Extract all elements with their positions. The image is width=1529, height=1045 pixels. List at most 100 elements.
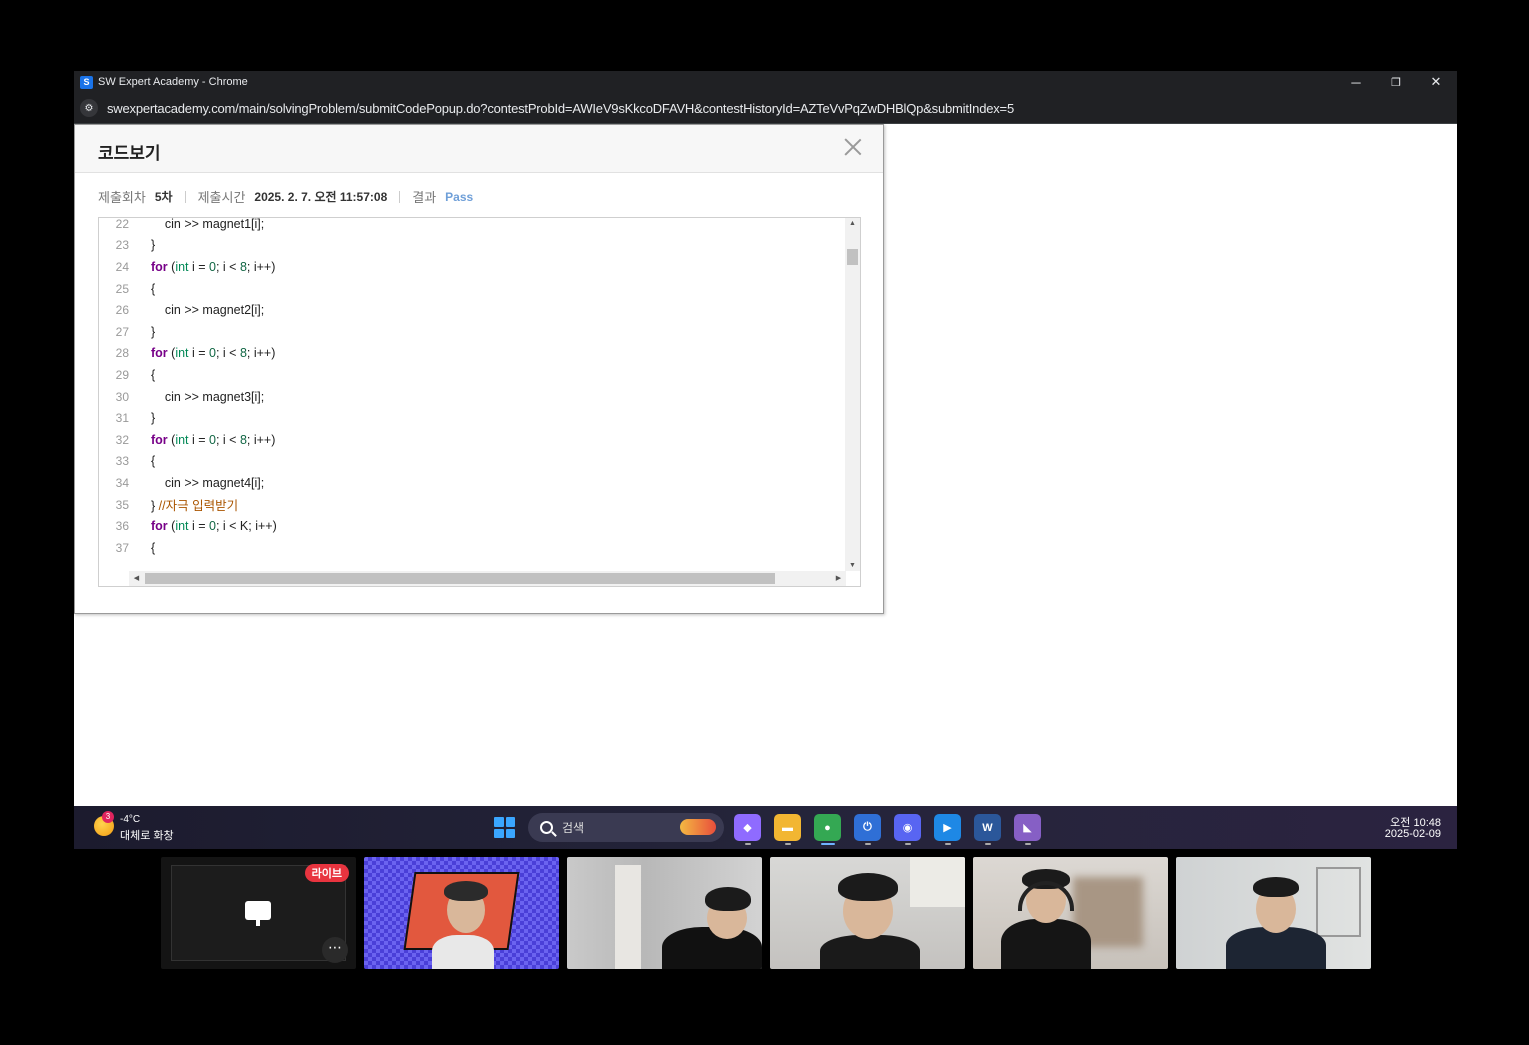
word-icon[interactable]: W bbox=[974, 814, 1001, 841]
code-editor[interactable]: 22 cin >> magnet1[i]; 23} 24 for (int i = 0… bbox=[98, 217, 861, 587]
start-button[interactable] bbox=[494, 817, 515, 838]
url-text[interactable]: swexpertacademy.com/main/solvingProblem/… bbox=[107, 101, 1014, 116]
scroll-left-icon[interactable]: ◀ bbox=[129, 574, 144, 582]
line-number: 27 bbox=[115, 324, 129, 339]
discord-icon[interactable]: ◉ bbox=[894, 814, 921, 841]
search-highlight-icon bbox=[680, 819, 716, 835]
code-text: { bbox=[151, 281, 156, 296]
line-number: 28 bbox=[115, 346, 129, 361]
zoom-icon[interactable]: ▶ bbox=[934, 814, 961, 841]
code-line: 29 { bbox=[99, 364, 845, 386]
code-lines: 22 cin >> magnet1[i]; 23} 24 for (int i = 0… bbox=[99, 217, 845, 559]
submit-time-value: 2025. 2. 7. 오전 11:57:08 bbox=[254, 190, 388, 204]
running-indicator bbox=[1025, 843, 1031, 845]
participant-hair bbox=[705, 887, 751, 911]
search-icon bbox=[540, 821, 553, 834]
chrome-window: S SW Expert Academy - Chrome ─ ❐ ✕ ⚙ swe… bbox=[74, 71, 1457, 806]
line-number: 25 bbox=[115, 281, 129, 296]
participant-body bbox=[432, 935, 494, 969]
running-indicator bbox=[905, 843, 911, 845]
live-badge: 라이브 bbox=[304, 864, 349, 882]
video-tile-screen-share[interactable]: 라이브 ⋯ bbox=[161, 857, 356, 969]
scroll-down-icon[interactable]: ▼ bbox=[845, 562, 860, 569]
code-text: { bbox=[151, 540, 156, 555]
line-number: 33 bbox=[115, 454, 129, 469]
line-number: 26 bbox=[115, 303, 129, 318]
code-line: 26 cin >> magnet2[i]; bbox=[99, 299, 845, 321]
site-info-icon[interactable]: ⚙ bbox=[80, 99, 98, 117]
taskbar: 3 -4°C 대체로 화창 검색 ◆ ▬ ● ⏻ ◉ ▶ W ◣ 오전 10:48 2025-… bbox=[74, 806, 1457, 849]
code-line: 24 for (int i = 0; i < 8; i++) bbox=[99, 256, 845, 278]
participant-hair bbox=[444, 881, 488, 901]
code-line: 36 for (int i = 0; i < K; i++) bbox=[99, 515, 845, 537]
screen-share-icon bbox=[245, 901, 271, 926]
chrome-icon[interactable]: ● bbox=[814, 814, 841, 841]
code-line: 31} bbox=[99, 407, 845, 429]
code-line: 30 cin >> magnet3[i]; bbox=[99, 386, 845, 408]
more-options-button[interactable]: ⋯ bbox=[322, 937, 348, 963]
submit-count-label: 제출회차 bbox=[98, 190, 146, 205]
line-number: 31 bbox=[115, 411, 129, 426]
line-number: 35 bbox=[115, 497, 129, 512]
line-number: 34 bbox=[115, 475, 129, 490]
divider bbox=[399, 190, 401, 203]
video-tile-participant-5[interactable] bbox=[1176, 857, 1371, 969]
scroll-up-icon[interactable]: ▲ bbox=[845, 220, 860, 227]
line-number: 32 bbox=[115, 432, 129, 447]
line-number: 29 bbox=[115, 367, 129, 382]
code-text: cin >> magnet2[i]; bbox=[151, 303, 265, 318]
participant-body bbox=[820, 935, 920, 969]
power-automate-icon[interactable]: ⏻ bbox=[854, 814, 881, 841]
clock-date[interactable]: 2025-02-09 bbox=[1385, 828, 1441, 840]
restore-button[interactable]: ❐ bbox=[1376, 71, 1416, 93]
close-icon[interactable] bbox=[843, 137, 863, 157]
door bbox=[615, 865, 641, 969]
close-window-button[interactable]: ✕ bbox=[1416, 71, 1456, 93]
code-text: for (int i = 0; i < 8; i++) bbox=[151, 432, 276, 447]
line-number: 37 bbox=[115, 540, 129, 555]
horizontal-scroll-thumb[interactable] bbox=[145, 573, 775, 584]
file-explorer-icon[interactable]: ▬ bbox=[774, 814, 801, 841]
weather-badge: 3 bbox=[102, 811, 114, 823]
code-text: cin >> magnet3[i]; bbox=[151, 389, 265, 404]
code-text: cin >> magnet4[i]; bbox=[151, 475, 265, 490]
code-text: } bbox=[151, 324, 156, 339]
video-tile-participant-3[interactable] bbox=[770, 857, 965, 969]
line-number: 23 bbox=[115, 238, 129, 253]
code-line: 34 cin >> magnet4[i]; bbox=[99, 472, 845, 494]
minimize-button[interactable]: ─ bbox=[1336, 71, 1376, 93]
horizontal-scrollbar[interactable]: ◀ ▶ bbox=[129, 571, 846, 586]
copilot-icon[interactable]: ◆ bbox=[734, 814, 761, 841]
video-tile-participant-1[interactable] bbox=[364, 857, 559, 969]
code-line: 37 { bbox=[99, 537, 845, 559]
vertical-scroll-thumb[interactable] bbox=[847, 249, 858, 265]
code-text: cin >> magnet1[i]; bbox=[151, 217, 265, 231]
code-view-popup: 코드보기 제출회차 5차 제출시간 2025. 2. 7. 오전 11:57:0… bbox=[74, 124, 884, 614]
code-text: { bbox=[151, 367, 156, 382]
code-line: 28 for (int i = 0; i < 8; i++) bbox=[99, 343, 845, 365]
weather-desc[interactable]: 대체로 화창 bbox=[120, 827, 174, 843]
video-tile-participant-2[interactable] bbox=[567, 857, 762, 969]
participant-body bbox=[1001, 919, 1091, 969]
running-indicator bbox=[985, 843, 991, 845]
code-text: } //자극 입력받기 bbox=[151, 499, 239, 514]
code-line: 23} bbox=[99, 235, 845, 257]
title-bar[interactable]: S SW Expert Academy - Chrome ─ ❐ ✕ bbox=[74, 71, 1457, 93]
address-bar[interactable]: ⚙ swexpertacademy.com/main/solvingProble… bbox=[74, 93, 1457, 124]
scroll-right-icon[interactable]: ▶ bbox=[831, 574, 846, 582]
taskbar-search[interactable]: 검색 bbox=[528, 813, 724, 842]
window-title: SW Expert Academy - Chrome bbox=[98, 76, 248, 88]
line-number: 24 bbox=[115, 259, 129, 274]
running-indicator bbox=[745, 843, 751, 845]
video-tile-participant-4[interactable] bbox=[973, 857, 1168, 969]
search-label: 검색 bbox=[562, 821, 585, 835]
participant-hair bbox=[1253, 877, 1299, 897]
code-text: for (int i = 0; i < 8; i++) bbox=[151, 259, 276, 274]
submit-time-label: 제출시간 bbox=[197, 190, 246, 205]
vertical-scrollbar[interactable]: ▲ ▼ bbox=[845, 218, 860, 571]
code-text: for (int i = 0; i < 8; i++) bbox=[151, 346, 276, 361]
popup-header: 코드보기 bbox=[75, 125, 883, 173]
weather-temp[interactable]: -4°C bbox=[120, 814, 140, 825]
divider bbox=[184, 190, 186, 203]
visual-studio-icon[interactable]: ◣ bbox=[1014, 814, 1041, 841]
